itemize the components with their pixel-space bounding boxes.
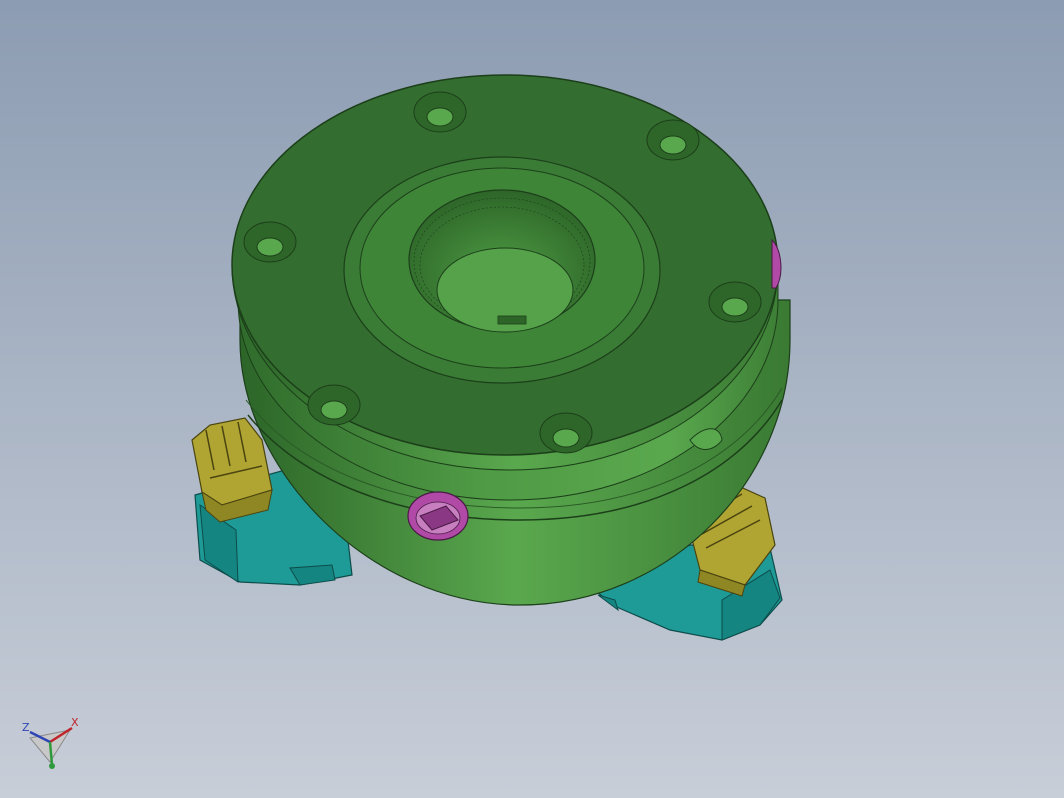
triad-z-label: Z — [22, 721, 30, 734]
cad-viewport[interactable]: X Z — [0, 0, 1064, 798]
triad-y-tip — [49, 763, 55, 769]
model-canvas[interactable] — [0, 0, 1064, 798]
triad-x-label: X — [71, 716, 79, 729]
key-socket-front[interactable] — [407, 491, 469, 541]
